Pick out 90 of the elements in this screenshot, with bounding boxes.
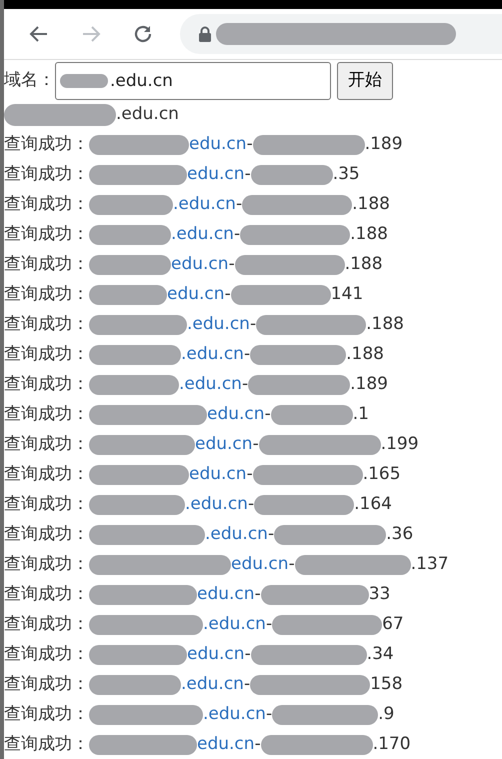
result-label: 查询成功： bbox=[4, 403, 89, 426]
result-label: 查询成功： bbox=[4, 523, 89, 546]
result-label: 查询成功： bbox=[4, 493, 89, 516]
result-label: 查询成功： bbox=[4, 463, 89, 486]
separator-text: - bbox=[244, 643, 251, 666]
ip-suffix-text: .137 bbox=[410, 553, 449, 576]
separator-text: - bbox=[242, 373, 248, 396]
domain-link[interactable]: edu.cn bbox=[207, 402, 265, 428]
separator-text: - bbox=[244, 163, 251, 186]
result-label: 查询成功： bbox=[4, 733, 89, 756]
domain-link[interactable]: edu.cn bbox=[171, 252, 229, 278]
domain-link[interactable]: .edu.cn bbox=[179, 372, 242, 398]
lock-icon bbox=[198, 26, 212, 42]
domain-link[interactable]: .edu.cn bbox=[203, 612, 266, 638]
ip-suffix-text: .188 bbox=[344, 253, 383, 276]
domain-link[interactable]: .edu.cn bbox=[203, 702, 266, 728]
separator-text: - bbox=[266, 613, 272, 636]
ip-suffix-text: .1 bbox=[352, 403, 369, 426]
ip-suffix-text: .35 bbox=[332, 163, 360, 186]
domain-link[interactable]: edu.cn bbox=[195, 432, 253, 458]
ip-suffix-text: .164 bbox=[354, 493, 392, 516]
result-label: 查询成功： bbox=[4, 253, 89, 276]
separator-text: - bbox=[288, 553, 295, 576]
result-label: 查询成功： bbox=[4, 133, 89, 156]
ip-suffix-text: .188 bbox=[346, 343, 384, 366]
result-label: 查询成功： bbox=[4, 553, 89, 576]
separator-text: - bbox=[228, 253, 235, 276]
separator-text: - bbox=[248, 493, 254, 516]
domain-link[interactable]: .edu.cn bbox=[185, 492, 248, 518]
domain-link[interactable]: edu.cn bbox=[187, 162, 245, 188]
ip-suffix-text: .188 bbox=[366, 313, 404, 336]
result-label: 查询成功： bbox=[4, 643, 89, 666]
domain-link[interactable]: .edu.cn bbox=[187, 312, 250, 338]
result-label: 查询成功： bbox=[4, 193, 89, 216]
query-domain-text: .edu.cn bbox=[116, 103, 179, 126]
separator-text: - bbox=[224, 283, 231, 306]
domain-link[interactable]: .edu.cn bbox=[171, 222, 234, 248]
domain-link[interactable]: edu.cn bbox=[197, 732, 255, 758]
ip-suffix-text: 67 bbox=[382, 613, 404, 636]
result-label: 查询成功： bbox=[4, 163, 89, 186]
domain-link[interactable]: edu.cn bbox=[197, 582, 255, 608]
ip-suffix-text: .199 bbox=[380, 433, 419, 456]
domain-link[interactable]: .edu.cn bbox=[205, 522, 268, 548]
domain-input-field[interactable]: .edu.cn bbox=[55, 62, 331, 100]
separator-text: - bbox=[252, 433, 259, 456]
domain-link[interactable]: edu.cn bbox=[187, 642, 245, 668]
domain-link[interactable]: .edu.cn bbox=[181, 672, 244, 698]
separator-text: - bbox=[254, 583, 261, 606]
separator-text: - bbox=[244, 343, 250, 366]
ip-suffix-text: .189 bbox=[364, 133, 403, 156]
ip-suffix-text: 158 bbox=[370, 673, 403, 696]
ip-suffix-text: .188 bbox=[350, 223, 388, 246]
separator-text: - bbox=[264, 403, 271, 426]
start-button[interactable]: 开始 bbox=[337, 62, 393, 100]
result-label: 查询成功： bbox=[4, 223, 89, 246]
domain-link[interactable]: edu.cn bbox=[189, 462, 247, 488]
ip-suffix-text: .170 bbox=[372, 733, 411, 756]
domain-link[interactable]: edu.cn bbox=[167, 282, 225, 308]
field-label: 域名： bbox=[4, 69, 55, 92]
result-label: 查询成功： bbox=[4, 343, 89, 366]
ip-suffix-text: .36 bbox=[386, 523, 414, 546]
result-label: 查询成功： bbox=[4, 703, 89, 726]
separator-text: - bbox=[236, 193, 242, 216]
separator-text: - bbox=[250, 313, 256, 336]
result-label: 查询成功： bbox=[4, 433, 89, 456]
separator-text: - bbox=[266, 703, 272, 726]
ip-suffix-text: .189 bbox=[350, 373, 388, 396]
ip-suffix-text: .9 bbox=[378, 703, 394, 726]
domain-link[interactable]: edu.cn bbox=[231, 552, 289, 578]
result-label: 查询成功： bbox=[4, 283, 89, 306]
redaction-mark bbox=[60, 74, 108, 88]
domain-link[interactable]: .edu.cn bbox=[181, 342, 244, 368]
separator-text: - bbox=[244, 673, 250, 696]
result-label: 查询成功： bbox=[4, 613, 89, 636]
separator-text: - bbox=[234, 223, 240, 246]
ip-suffix-text: 33 bbox=[368, 583, 390, 606]
result-label: 查询成功： bbox=[4, 673, 89, 696]
result-label: 查询成功： bbox=[4, 583, 89, 606]
separator-text: - bbox=[246, 133, 253, 156]
separator-text: - bbox=[254, 733, 261, 756]
ip-suffix-text: .165 bbox=[362, 463, 401, 486]
result-label: 查询成功： bbox=[4, 313, 89, 336]
separator-text: - bbox=[268, 523, 274, 546]
separator-text: - bbox=[246, 463, 253, 486]
ip-suffix-text: .34 bbox=[366, 643, 394, 666]
ip-suffix-text: .188 bbox=[352, 193, 390, 216]
result-label: 查询成功： bbox=[4, 373, 89, 396]
domain-link[interactable]: edu.cn bbox=[189, 132, 247, 158]
ip-suffix-text: 141 bbox=[330, 283, 364, 306]
domain-link[interactable]: .edu.cn bbox=[173, 192, 236, 218]
